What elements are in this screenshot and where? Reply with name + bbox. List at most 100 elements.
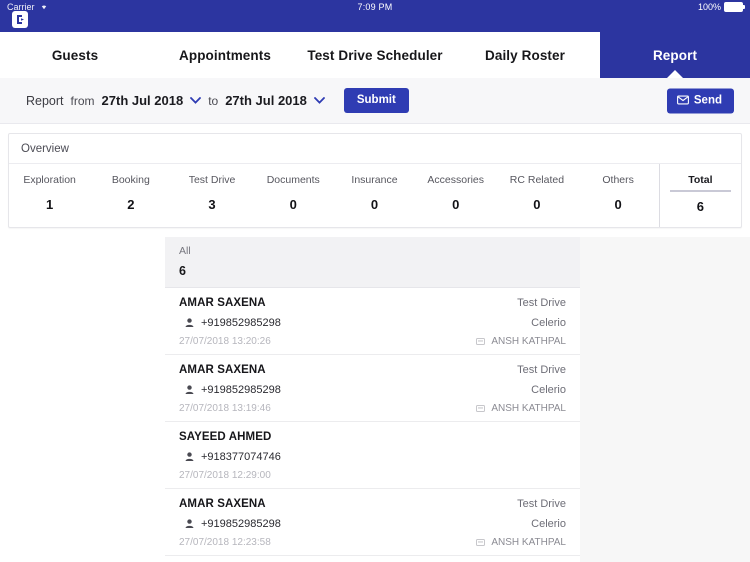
metric-value: 1 bbox=[45, 197, 54, 212]
list-item[interactable]: SAYEED AHMED +918377074746 27/07/2018 12… bbox=[165, 422, 580, 489]
tab-label: Daily Roster bbox=[485, 47, 565, 63]
overview-title: Overview bbox=[9, 134, 741, 164]
battery-percent-label: 100% bbox=[697, 2, 721, 12]
overview-section: Overview Exploration 1 Booking 2 Test Dr… bbox=[0, 124, 750, 228]
row-primary-line: AMAR SAXENA Test Drive bbox=[179, 496, 566, 511]
list-item[interactable]: AMAR SAXENA Test Drive +919852985298 Cel… bbox=[165, 355, 580, 422]
app-screen: Carrier 7:09 PM 100% Guests Appointments bbox=[0, 0, 750, 562]
timestamp: 27/07/2018 12:23:58 bbox=[179, 537, 271, 548]
row-secondary-line: +919852985298 Celerio bbox=[179, 315, 566, 330]
metric-label: Others bbox=[602, 174, 634, 186]
report-label: Report bbox=[26, 93, 64, 108]
id-badge-icon bbox=[476, 338, 486, 345]
row-secondary-line: +919852985298 Celerio bbox=[179, 516, 566, 531]
metric-label: Total bbox=[669, 174, 731, 192]
metric-label: Insurance bbox=[351, 174, 398, 186]
guest-phone-group: +919852985298 bbox=[179, 518, 281, 530]
metric-value: 0 bbox=[452, 197, 460, 212]
guest-phone-group: +919852985298 bbox=[179, 384, 281, 396]
guest-phone: +919852985298 bbox=[201, 383, 281, 396]
vehicle-model: Celerio bbox=[531, 316, 566, 329]
guest-phone-group: +919852985298 bbox=[179, 317, 281, 329]
tab-report[interactable]: Report bbox=[600, 32, 750, 79]
tab-guests[interactable]: Guests bbox=[0, 32, 150, 78]
status-bar-right: 100% bbox=[697, 2, 745, 12]
metric-label: Booking bbox=[111, 174, 150, 186]
overview-card: Overview Exploration 1 Booking 2 Test Dr… bbox=[8, 133, 742, 228]
from-label: from bbox=[70, 93, 95, 108]
metric-label: Exploration bbox=[23, 174, 76, 186]
list-count: 6 bbox=[179, 264, 186, 278]
to-date-dropdown[interactable]: 27th Jul 2018 bbox=[225, 93, 325, 108]
metric-label: Documents bbox=[266, 174, 320, 186]
metric-value: 2 bbox=[127, 197, 135, 212]
metric-value: 0 bbox=[614, 197, 622, 212]
enquiry-type: Test Drive bbox=[517, 296, 566, 309]
return-to-app-icon[interactable] bbox=[12, 11, 28, 28]
metric-others: Others 0 bbox=[578, 164, 659, 227]
metric-value: 0 bbox=[289, 197, 297, 212]
row-primary-line: SAYEED AHMED bbox=[179, 429, 566, 444]
metric-value: 3 bbox=[208, 197, 216, 212]
metric-value: 0 bbox=[533, 197, 541, 212]
report-list-panel: All 6 AMAR SAXENA Test Drive +9198529852… bbox=[165, 237, 580, 562]
vehicle-model: Celerio bbox=[531, 517, 566, 530]
tab-label: Report bbox=[652, 47, 698, 63]
list-item[interactable]: Anil Kumar Booking +919877889988 New Alt… bbox=[165, 556, 580, 562]
metric-value: 0 bbox=[370, 197, 379, 212]
status-bar-clock: 7:09 PM bbox=[357, 2, 393, 12]
row-meta-line: 27/07/2018 12:23:58 ANSH KATHPAL bbox=[179, 535, 566, 550]
person-icon bbox=[185, 519, 194, 528]
overview-metrics: Exploration 1 Booking 2 Test Drive 3 Doc… bbox=[9, 164, 741, 227]
id-badge-icon bbox=[476, 405, 486, 412]
staff-name: ANSH KATHPAL bbox=[491, 336, 566, 347]
list-item[interactable]: AMAR SAXENA Test Drive +919852985298 Cel… bbox=[165, 288, 580, 355]
guest-phone: +919852985298 bbox=[201, 517, 281, 530]
guest-name: SAYEED AHMED bbox=[179, 430, 272, 443]
vehicle-model: Celerio bbox=[531, 383, 566, 396]
guest-phone-group: +918377074746 bbox=[179, 451, 281, 463]
tab-daily-roster[interactable]: Daily Roster bbox=[450, 32, 600, 78]
status-bar: Carrier 7:09 PM 100% bbox=[0, 0, 750, 32]
enquiry-type: Test Drive bbox=[517, 497, 566, 510]
list-header: All 6 bbox=[165, 237, 580, 288]
enquiry-type: Test Drive bbox=[517, 363, 566, 376]
row-primary-line: AMAR SAXENA Test Drive bbox=[179, 295, 566, 310]
staff-group: ANSH KATHPAL bbox=[476, 336, 566, 347]
to-date-value: 27th Jul 2018 bbox=[225, 93, 307, 108]
filter-controls: Report from 27th Jul 2018 to 27th Jul 20… bbox=[26, 88, 409, 113]
id-badge-icon bbox=[476, 539, 486, 546]
person-icon bbox=[185, 385, 194, 394]
metric-exploration: Exploration 1 bbox=[9, 164, 90, 227]
metric-label: Test Drive bbox=[188, 174, 236, 186]
report-filter-bar: Report from 27th Jul 2018 to 27th Jul 20… bbox=[0, 78, 750, 124]
timestamp: 27/07/2018 12:29:00 bbox=[179, 470, 271, 481]
guest-name: AMAR SAXENA bbox=[179, 296, 266, 309]
metric-value: 6 bbox=[696, 199, 704, 214]
row-primary-line: AMAR SAXENA Test Drive bbox=[179, 362, 566, 377]
from-date-value: 27th Jul 2018 bbox=[101, 93, 184, 108]
tab-test-drive-scheduler[interactable]: Test Drive Scheduler bbox=[300, 32, 450, 78]
metric-documents: Documents 0 bbox=[253, 164, 334, 227]
person-icon bbox=[185, 318, 194, 327]
guest-name: AMAR SAXENA bbox=[179, 497, 266, 510]
tab-label: Appointments bbox=[179, 47, 271, 63]
from-date-dropdown[interactable]: 27th Jul 2018 bbox=[102, 93, 202, 108]
staff-name: ANSH KATHPAL bbox=[491, 537, 566, 548]
metric-accessories: Accessories 0 bbox=[415, 164, 496, 227]
list-filter-label: All bbox=[179, 245, 191, 257]
send-button[interactable]: Send bbox=[666, 88, 734, 113]
metric-rc-related: RC Related 0 bbox=[496, 164, 577, 227]
metric-insurance: Insurance 0 bbox=[334, 164, 415, 227]
metric-label: RC Related bbox=[509, 174, 565, 186]
staff-group: ANSH KATHPAL bbox=[476, 537, 566, 548]
person-icon bbox=[185, 452, 194, 461]
list-item[interactable]: AMAR SAXENA Test Drive +919852985298 Cel… bbox=[165, 489, 580, 556]
tab-appointments[interactable]: Appointments bbox=[150, 32, 300, 78]
guest-phone: +918377074746 bbox=[201, 450, 281, 463]
battery-full-icon bbox=[724, 2, 745, 12]
to-label: to bbox=[208, 93, 219, 108]
tab-label: Test Drive Scheduler bbox=[307, 47, 443, 63]
chevron-down-icon bbox=[190, 97, 202, 104]
submit-button[interactable]: Submit bbox=[343, 88, 409, 113]
